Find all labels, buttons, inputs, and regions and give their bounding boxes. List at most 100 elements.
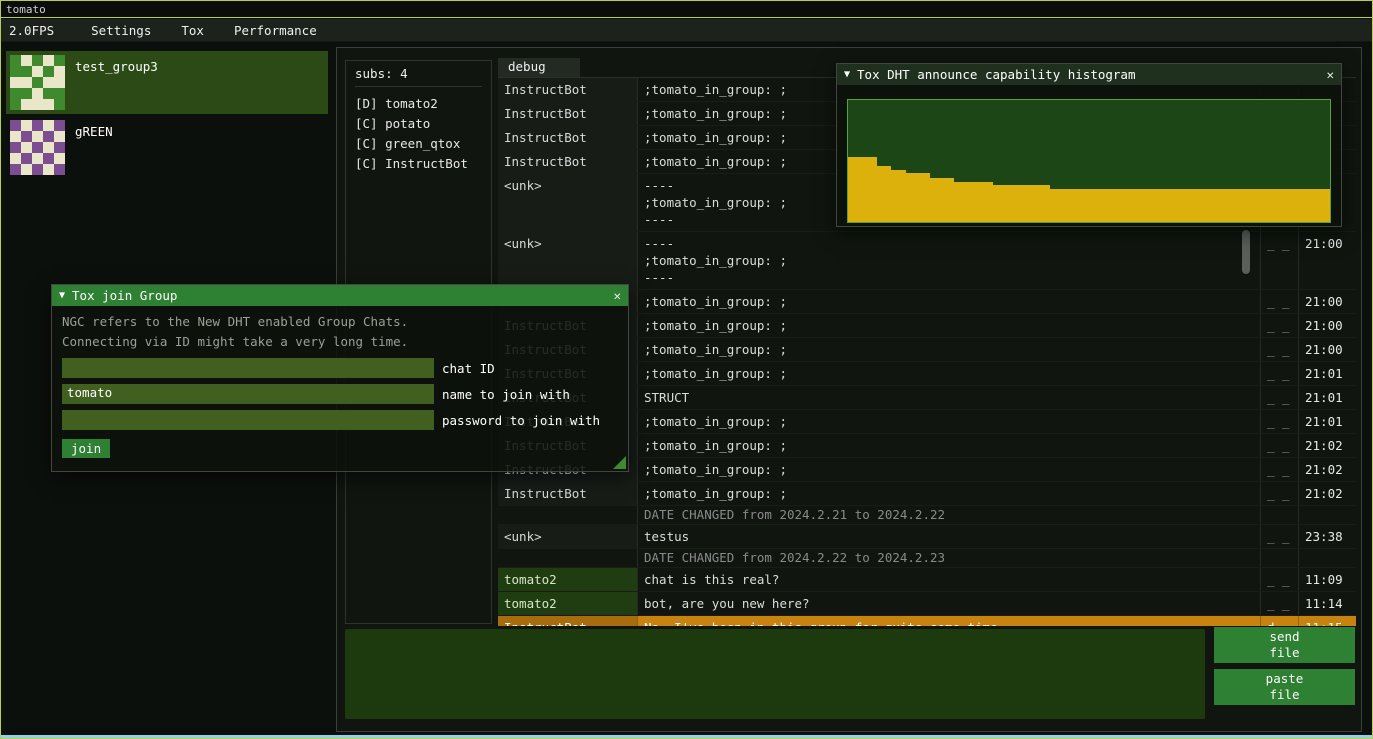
histogram-window-titlebar[interactable]: ▼ Tox DHT announce capability histogram … [837,64,1341,85]
group-avatar [10,55,65,110]
collapse-arrow-icon[interactable]: ▼ [59,290,65,301]
histogram-bar [906,173,930,222]
group-list: test_group3 gREEN [6,51,328,181]
subs-header: subs: 4 [355,66,482,87]
chat-row-message: ;tomato_in_group: ; [637,458,1260,481]
chat-row-message: No, I've been in this group for quite so… [637,616,1260,626]
fps-counter: 2.0FPS [9,23,54,38]
chat-row-name: <unk> [498,174,637,231]
chat-row-time: 11:15 [1298,616,1356,626]
chat-row-time: 21:00 [1298,290,1356,313]
histogram-bar [877,166,891,222]
date-separator-row[interactable]: DATE CHANGED from 2024.2.21 to 2024.2.22 [498,506,1356,525]
chat-row-time: 21:02 [1298,482,1356,505]
app-window: tomato 2.0FPS Settings Tox Performance t… [0,0,1373,739]
join-hint-2: Connecting via ID might take a very long… [62,332,618,352]
histogram-bar [891,170,905,222]
chat-row-message: ;tomato_in_group: ; [637,314,1260,337]
close-icon[interactable]: ✕ [613,288,621,303]
chat-row[interactable]: <unk>---- ;tomato_in_group: ; ----_ _21:… [498,232,1356,290]
join-name-input[interactable]: tomato [62,384,434,404]
group-item-test_group3[interactable]: test_group3 [6,51,328,114]
chat-row-flags: _ _ [1260,568,1298,591]
dht-histogram-window: ▼ Tox DHT announce capability histogram … [836,63,1342,227]
chat-row-name: InstructBot [498,482,637,505]
chat-row[interactable]: tomato2chat is this real?_ _11:09 [498,568,1356,592]
histogram-window-title: Tox DHT announce capability histogram [857,67,1135,82]
member-item[interactable]: [C] green_qtox [355,134,482,154]
chat-row-name: InstructBot [498,616,637,626]
menu-tox[interactable]: Tox [166,23,219,38]
chat-row-flags: _ _ [1260,386,1298,409]
chat-row[interactable]: tomato2bot, are you new here?_ _11:14 [498,592,1356,616]
resize-grip-icon[interactable] [613,456,626,469]
chat-row-message: ;tomato_in_group: ; [637,290,1260,313]
chat-row-name: InstructBot [498,126,637,149]
chat-id-input[interactable] [62,358,434,378]
histogram-bar [848,157,877,222]
chat-row-flags: _ _ [1260,362,1298,385]
chat-row-message: chat is this real? [637,568,1260,591]
chat-row-flags: _ _ [1260,338,1298,361]
chat-row[interactable]: InstructBotNo, I've been in this group f… [498,616,1356,626]
chat-row-message: DATE CHANGED from 2024.2.22 to 2024.2.23 [637,549,1260,567]
chat-row-name [498,549,637,567]
chat-row-name: InstructBot [498,78,637,101]
menu-performance[interactable]: Performance [219,23,332,38]
chat-row-message: ---- ;tomato_in_group: ; ---- [637,232,1260,289]
member-item[interactable]: [C] potato [355,114,482,134]
join-window-body: NGC refers to the New DHT enabled Group … [52,306,628,471]
chat-row-message: ;tomato_in_group: ; [637,434,1260,457]
chat-row-name: tomato2 [498,592,637,615]
chat-row[interactable]: <unk>testus_ _23:38 [498,525,1356,549]
chat-scrollbar[interactable] [1242,230,1250,274]
chat-row-message: bot, are you new here? [637,592,1260,615]
chat-row-message: ;tomato_in_group: ; [637,338,1260,361]
member-item[interactable]: [C] InstructBot [355,154,482,174]
group-name: gREEN [75,120,113,175]
chat-row-name: InstructBot [498,150,637,173]
paste-file-button[interactable]: paste file [1214,669,1355,705]
tab-debug[interactable]: debug [498,58,580,77]
group-item-gREEN[interactable]: gREEN [6,116,328,179]
collapse-arrow-icon[interactable]: ▼ [844,69,850,80]
chat-row-flags [1260,506,1298,524]
histogram-bar [954,182,993,222]
chat-row-time: 21:00 [1298,232,1356,289]
chat-row-name: <unk> [498,232,637,289]
message-input[interactable] [345,629,1205,719]
chat-row-flags [1260,549,1298,567]
member-item[interactable]: [D] tomato2 [355,94,482,114]
chat-row-time: 21:00 [1298,338,1356,361]
histogram-bar [993,185,1051,222]
close-icon[interactable]: ✕ [1326,67,1334,82]
chat-row-time: 21:00 [1298,314,1356,337]
histogram-bar [1050,189,1330,222]
join-button[interactable]: join [62,439,110,458]
group-avatar [10,120,65,175]
chat-row-flags: _ _ [1260,458,1298,481]
menubar: 2.0FPS Settings Tox Performance [1,19,1372,42]
menu-settings[interactable]: Settings [76,23,166,38]
chat-row-time: 21:02 [1298,434,1356,457]
chat-row[interactable]: InstructBot;tomato_in_group: ;_ _21:02 [498,482,1356,506]
join-hint-1: NGC refers to the New DHT enabled Group … [62,312,618,332]
send-file-button[interactable]: send file [1214,627,1355,663]
join-password-label: password to join with [442,413,600,428]
date-separator-row[interactable]: DATE CHANGED from 2024.2.22 to 2024.2.23 [498,549,1356,568]
chat-id-label: chat ID [442,361,495,376]
histogram-bar [930,178,954,222]
join-password-input[interactable] [62,410,434,430]
join-group-window: ▼ Tox join Group ✕ NGC refers to the New… [51,284,629,472]
chat-row-time: 21:01 [1298,362,1356,385]
chat-row-message: STRUCT [637,386,1260,409]
histogram-plot [847,99,1331,223]
join-window-titlebar[interactable]: ▼ Tox join Group ✕ [52,285,628,306]
titlebar: tomato [1,1,1372,18]
chat-row-name: tomato2 [498,568,637,591]
chat-row-message: testus [637,525,1260,548]
chat-row-time [1298,506,1356,524]
window-title: tomato [6,3,46,16]
join-name-value: tomato [67,385,112,400]
chat-row-name: <unk> [498,525,637,548]
